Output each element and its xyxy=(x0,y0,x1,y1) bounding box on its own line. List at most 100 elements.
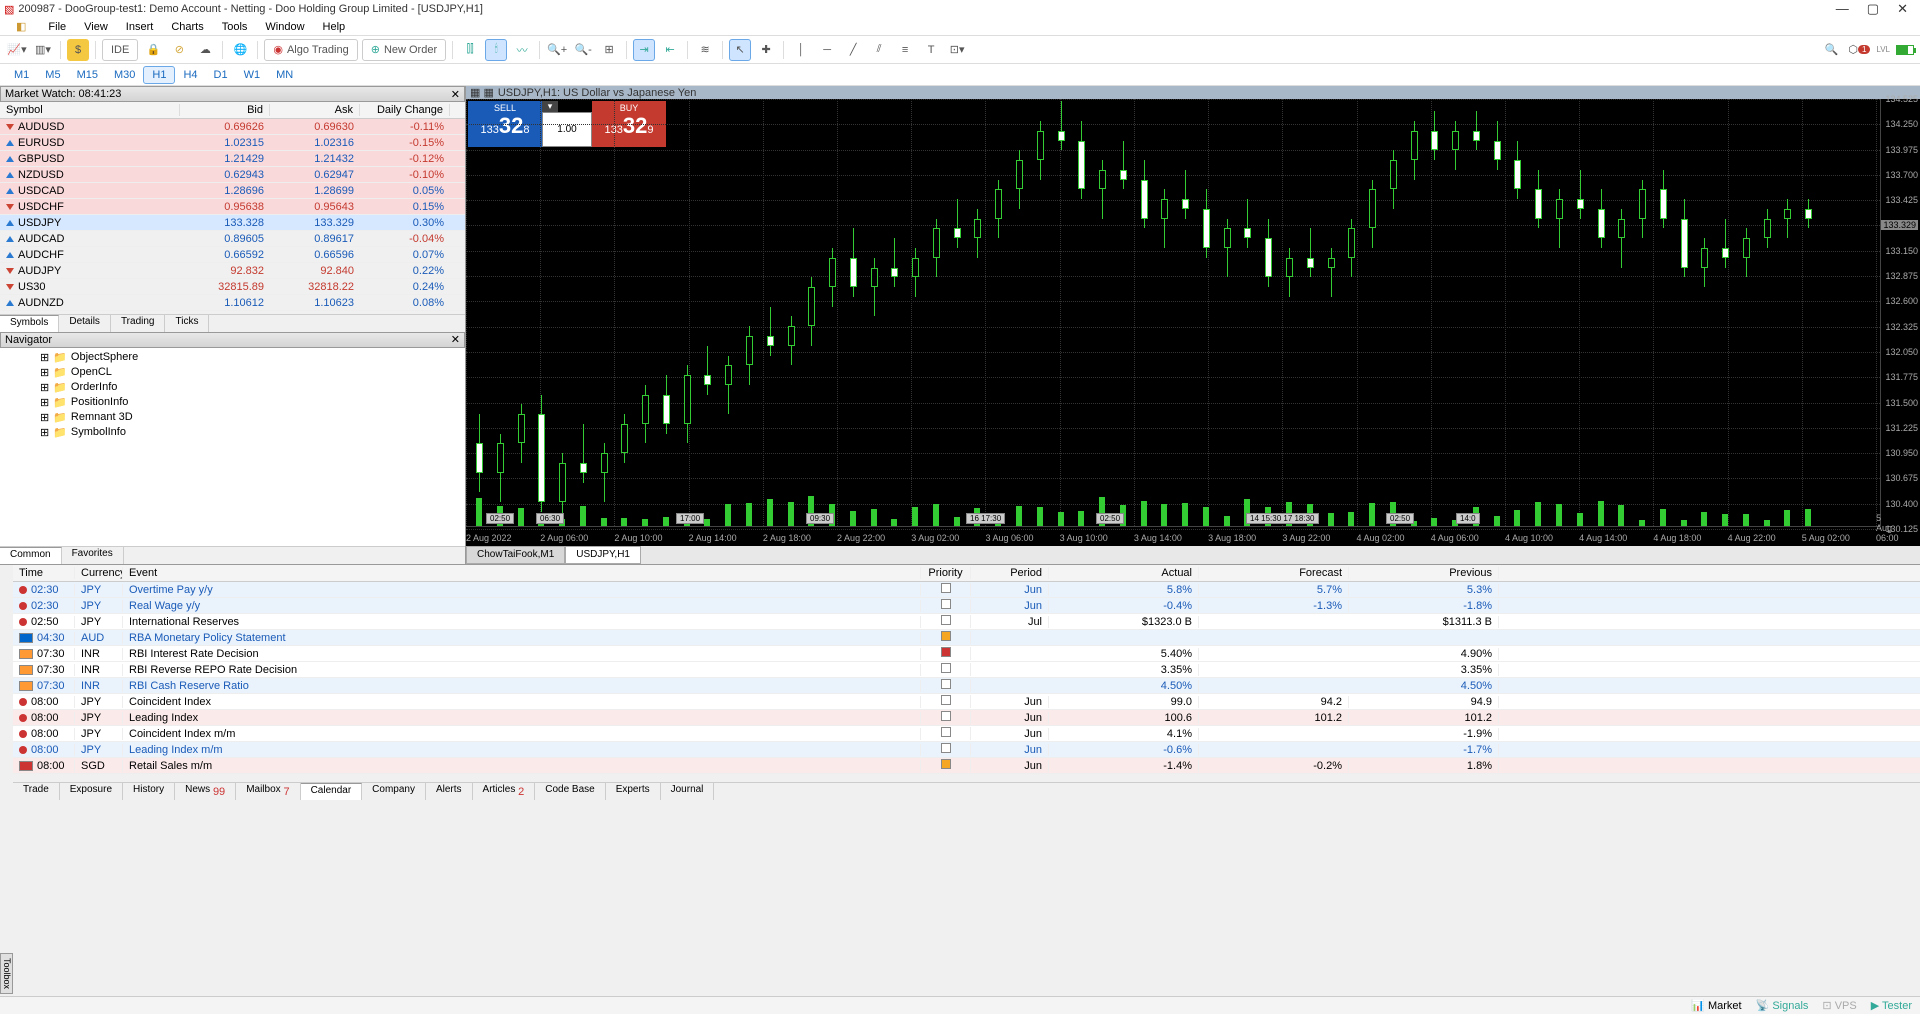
tf-H4[interactable]: H4 xyxy=(175,67,205,83)
symbol-row[interactable]: AUDNZD1.106121.106230.08% xyxy=(0,295,465,311)
bars-icon[interactable]: ⫿⫿ xyxy=(459,39,481,61)
toolbox-tab-calendar[interactable]: Calendar xyxy=(301,783,363,800)
tf-H1[interactable]: H1 xyxy=(143,66,175,84)
mw-tab-ticks[interactable]: Ticks xyxy=(165,315,209,332)
toolbox-tab-alerts[interactable]: Alerts xyxy=(426,783,473,800)
lot-input[interactable]: 1.00 xyxy=(542,112,592,147)
symbol-row[interactable]: US3032815.8932818.220.24% xyxy=(0,279,465,295)
nav-item[interactable]: ⊞📁PositionInfo xyxy=(0,395,465,410)
chart-tab[interactable]: USDJPY,H1 xyxy=(565,546,641,564)
tf-M30[interactable]: M30 xyxy=(106,67,143,83)
symbol-row[interactable]: USDCAD1.286961.286990.05% xyxy=(0,183,465,199)
tf-M5[interactable]: M5 xyxy=(37,67,68,83)
indicators-icon[interactable]: ≋ xyxy=(694,39,716,61)
chart-line-dropdown[interactable]: 📈▾ xyxy=(6,39,28,61)
cursor-icon[interactable]: ↖ xyxy=(729,39,751,61)
toolbox-tab-experts[interactable]: Experts xyxy=(606,783,661,800)
channel-icon[interactable]: ⫽ xyxy=(868,39,890,61)
tf-D1[interactable]: D1 xyxy=(206,67,236,83)
menu-insert[interactable]: Insert xyxy=(118,21,162,33)
toolbox-tab-news[interactable]: News 99 xyxy=(175,783,236,800)
tf-W1[interactable]: W1 xyxy=(236,67,269,83)
nav-tab-favorites[interactable]: Favorites xyxy=(62,547,124,564)
menu-file[interactable]: File xyxy=(40,21,74,33)
col-bid[interactable]: Bid xyxy=(180,104,270,116)
nav-item[interactable]: ⊞📁SymbolInfo xyxy=(0,425,465,440)
menu-window[interactable]: Window xyxy=(257,21,312,33)
nav-item[interactable]: ⊞📁ObjectSphere xyxy=(0,350,465,365)
scroll-icon[interactable]: ⇤ xyxy=(659,39,681,61)
candles-icon[interactable]: 🕯 xyxy=(485,39,507,61)
calendar-row[interactable]: 08:00JPYLeading IndexJun100.6101.2101.2 xyxy=(13,710,1920,726)
navigator-close-icon[interactable]: ✕ xyxy=(451,333,460,346)
chart-canvas[interactable]: SELL 133328 ▾ 1.00 BUY 133329 134.525134… xyxy=(466,99,1920,546)
symbol-row[interactable]: AUDJPY92.83292.8400.22% xyxy=(0,263,465,279)
status-vps[interactable]: ⊡ VPS xyxy=(1822,999,1856,1012)
nav-tab-common[interactable]: Common xyxy=(0,547,62,564)
cloud-icon[interactable]: ☁ xyxy=(194,39,216,61)
col-symbol[interactable]: Symbol xyxy=(0,104,180,116)
toolbox-tab-code base[interactable]: Code Base xyxy=(535,783,605,800)
calendar-row[interactable]: 08:00JPYLeading Index m/mJun-0.6%-1.7% xyxy=(13,742,1920,758)
grid-icon[interactable]: ⊞ xyxy=(598,39,620,61)
tf-M1[interactable]: M1 xyxy=(6,67,37,83)
globe-icon[interactable]: 🌐 xyxy=(229,39,251,61)
objects-dropdown[interactable]: ⊡▾ xyxy=(946,39,968,61)
shift-icon[interactable]: ⇥ xyxy=(633,39,655,61)
tf-MN[interactable]: MN xyxy=(268,67,301,83)
nav-item[interactable]: ⊞📁OpenCL xyxy=(0,365,465,380)
toolbox-tab-history[interactable]: History xyxy=(123,783,175,800)
lock-icon[interactable]: 🔒 xyxy=(142,39,164,61)
line-icon[interactable]: 〰 xyxy=(511,39,533,61)
symbol-row[interactable]: AUDCAD0.896050.89617-0.04% xyxy=(0,231,465,247)
calendar-row[interactable]: 07:30INRRBI Reverse REPO Rate Decision3.… xyxy=(13,662,1920,678)
trendline-icon[interactable]: ╱ xyxy=(842,39,864,61)
new-order-button[interactable]: ⊕New Order xyxy=(362,39,446,61)
hline-icon[interactable]: ─ xyxy=(816,39,838,61)
toolbox-tab-journal[interactable]: Journal xyxy=(661,783,715,800)
crosshair-icon[interactable]: ✚ xyxy=(755,39,777,61)
text-icon[interactable]: T xyxy=(920,39,942,61)
notification-icon[interactable]: ⬡1 xyxy=(1848,39,1870,61)
toolbox-tab-trade[interactable]: Trade xyxy=(13,783,60,800)
symbol-row[interactable]: GBPUSD1.214291.21432-0.12% xyxy=(0,151,465,167)
calendar-row[interactable]: 08:00JPYCoincident IndexJun99.094.294.9 xyxy=(13,694,1920,710)
search-icon[interactable]: 🔍 xyxy=(1820,39,1842,61)
dollar-icon[interactable]: $ xyxy=(67,39,89,61)
tf-M15[interactable]: M15 xyxy=(69,67,106,83)
status-signals[interactable]: 📡 Signals xyxy=(1756,999,1809,1012)
close-button[interactable]: ✕ xyxy=(1897,1,1908,17)
maximize-button[interactable]: ▢ xyxy=(1867,1,1879,17)
toolbox-tab-exposure[interactable]: Exposure xyxy=(60,783,123,800)
nav-item[interactable]: ⊞📁Remnant 3D xyxy=(0,410,465,425)
menu-view[interactable]: View xyxy=(76,21,116,33)
toolbox-tab-mailbox[interactable]: Mailbox 7 xyxy=(236,783,300,800)
lot-dropdown-icon[interactable]: ▾ xyxy=(542,101,558,112)
mw-tab-details[interactable]: Details xyxy=(59,315,111,332)
mw-tab-symbols[interactable]: Symbols xyxy=(0,315,59,332)
status-tester[interactable]: ▶ Tester xyxy=(1871,999,1912,1012)
status-market[interactable]: 📊 Market xyxy=(1691,999,1741,1012)
minimize-button[interactable]: — xyxy=(1836,1,1849,17)
mw-tab-trading[interactable]: Trading xyxy=(111,315,166,332)
symbol-row[interactable]: USDCHF0.956380.956430.15% xyxy=(0,199,465,215)
menu-charts[interactable]: Charts xyxy=(163,21,211,33)
bell-icon[interactable]: ⊘ xyxy=(168,39,190,61)
calendar-row[interactable]: 02:30JPYReal Wage y/yJun-0.4%-1.3%-1.8% xyxy=(13,598,1920,614)
menu-help[interactable]: Help xyxy=(315,21,354,33)
symbol-row[interactable]: EURUSD1.023151.02316-0.15% xyxy=(0,135,465,151)
calendar-row[interactable]: 02:30JPYOvertime Pay y/yJun5.8%5.7%5.3% xyxy=(13,582,1920,598)
col-ask[interactable]: Ask xyxy=(270,104,360,116)
fibo-icon[interactable]: ≡ xyxy=(894,39,916,61)
calendar-row[interactable]: 07:30INRRBI Interest Rate Decision5.40%4… xyxy=(13,646,1920,662)
marketwatch-close-icon[interactable]: ✕ xyxy=(451,88,460,101)
menu-tools[interactable]: Tools xyxy=(214,21,256,33)
calendar-row[interactable]: 07:30INRRBI Cash Reserve Ratio4.50%4.50% xyxy=(13,678,1920,694)
toolbox-tab-articles[interactable]: Articles 2 xyxy=(473,783,536,800)
chart-area[interactable]: ▦ ▦ USDJPY,H1: US Dollar vs Japanese Yen… xyxy=(466,86,1920,564)
nav-item[interactable]: ⊞📁OrderInfo xyxy=(0,380,465,395)
toolbox-tab-company[interactable]: Company xyxy=(362,783,426,800)
calendar-row[interactable]: 04:30AUDRBA Monetary Policy Statement xyxy=(13,630,1920,646)
symbol-row[interactable]: AUDCHF0.665920.665960.07% xyxy=(0,247,465,263)
calendar-row[interactable]: 08:00SGDRetail Sales m/mJun-1.4%-0.2%1.8… xyxy=(13,758,1920,774)
